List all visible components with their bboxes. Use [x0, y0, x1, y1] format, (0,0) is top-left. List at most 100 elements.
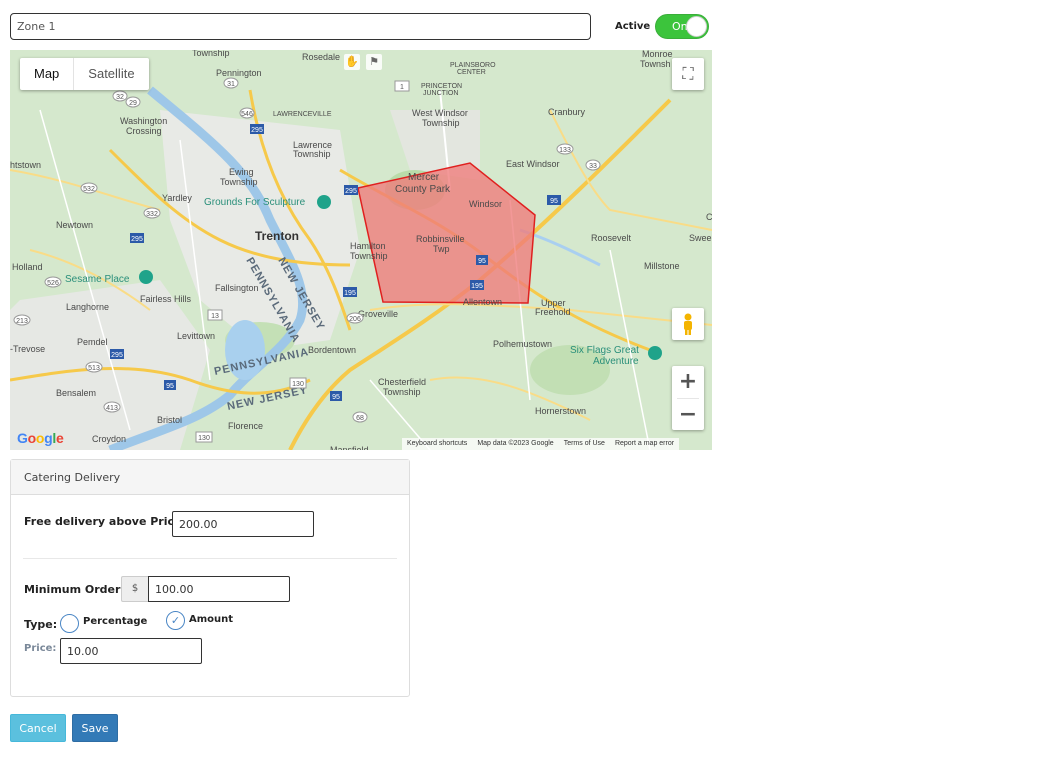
svg-text:Bristol: Bristol [157, 415, 182, 425]
svg-text:68: 68 [356, 415, 364, 422]
map-type-satellite-button[interactable]: Satellite [74, 58, 148, 90]
cancel-button[interactable]: Cancel [10, 714, 66, 742]
check-icon: ✓ [170, 614, 181, 627]
svg-text:Robbinsville: Robbinsville [416, 234, 465, 244]
svg-text:Townsh: Townsh [640, 59, 671, 69]
svg-text:413: 413 [106, 405, 118, 412]
svg-text:Newtown: Newtown [56, 220, 93, 230]
svg-text:-Trevose: -Trevose [10, 344, 45, 354]
svg-text:213: 213 [16, 318, 28, 325]
amount-radio[interactable]: ✓ [166, 611, 185, 630]
minimum-order-input[interactable] [148, 576, 290, 602]
svg-text:Crossing: Crossing [126, 126, 162, 136]
hand-icon[interactable]: ✋ [344, 54, 360, 70]
map-data-text: Map data ©2023 Google [477, 440, 554, 447]
svg-text:95: 95 [332, 394, 340, 401]
svg-text:Pennington: Pennington [216, 68, 262, 78]
svg-text:Township: Township [350, 251, 388, 261]
svg-text:JUNCTION: JUNCTION [423, 90, 458, 97]
svg-text:C: C [706, 212, 712, 222]
active-toggle[interactable]: On [655, 14, 709, 39]
svg-text:Croydon: Croydon [92, 434, 126, 444]
type-label: Type: [24, 618, 58, 631]
svg-text:Sesame Place: Sesame Place [65, 274, 130, 285]
svg-text:Roosevelt: Roosevelt [591, 233, 632, 243]
svg-text:195: 195 [471, 283, 483, 290]
currency-addon: $ [121, 576, 148, 602]
svg-text:546: 546 [241, 111, 253, 118]
svg-text:Hornerstown: Hornerstown [535, 406, 586, 416]
svg-text:Florence: Florence [228, 421, 263, 431]
svg-text:Pemdel: Pemdel [77, 337, 108, 347]
zone-name-input[interactable] [10, 13, 591, 40]
free-delivery-label: Free delivery above Price: [24, 515, 186, 528]
svg-text:Township: Township [220, 177, 258, 187]
free-delivery-input[interactable] [172, 511, 314, 537]
polygon-draw-icon[interactable]: ⚑ [366, 54, 382, 70]
zoom-in-button[interactable]: + [672, 366, 704, 398]
svg-text:206: 206 [349, 316, 361, 323]
percentage-label: Percentage [83, 616, 148, 627]
svg-text:Trenton: Trenton [255, 229, 299, 243]
amount-label: Amount [189, 614, 234, 625]
catering-delivery-panel: Catering Delivery Free delivery above Pr… [10, 459, 410, 697]
svg-text:Township: Township [293, 149, 331, 159]
svg-text:13: 13 [211, 313, 219, 320]
google-logo: Google [17, 430, 64, 446]
fullscreen-button[interactable]: ⛶ [672, 58, 704, 90]
svg-text:Fallsington: Fallsington [215, 283, 259, 293]
svg-text:Township: Township [422, 118, 460, 128]
map-type-map-button[interactable]: Map [20, 58, 75, 90]
svg-text:32: 32 [116, 94, 124, 101]
svg-text:LAWRENCEVILLE: LAWRENCEVILLE [273, 111, 332, 118]
svg-text:West Windsor: West Windsor [412, 108, 468, 118]
zoom-control: + − [672, 366, 704, 430]
drawing-tools: ✋ ⚑ [344, 54, 382, 70]
terms-link[interactable]: Terms of Use [559, 438, 610, 450]
svg-text:Six Flags Great: Six Flags Great [570, 345, 639, 356]
svg-text:County Park: County Park [395, 184, 451, 195]
svg-text:Mansfield: Mansfield [330, 445, 369, 450]
panel-title: Catering Delivery [11, 460, 409, 495]
svg-text:133: 133 [559, 147, 571, 154]
svg-text:295: 295 [251, 127, 263, 134]
svg-text:95: 95 [166, 383, 174, 390]
svg-text:130: 130 [292, 381, 304, 388]
save-button[interactable]: Save [72, 714, 118, 742]
zoom-out-button[interactable]: − [672, 399, 704, 431]
svg-text:Swee: Swee [689, 233, 712, 243]
map-view[interactable]: Township Rosedale PLAINSBORO CENTER Monr… [10, 50, 712, 450]
svg-text:Millstone: Millstone [644, 261, 680, 271]
svg-text:295: 295 [131, 236, 143, 243]
svg-text:Windsor: Windsor [469, 199, 502, 209]
percentage-radio[interactable] [60, 614, 79, 633]
street-view-button[interactable] [672, 308, 704, 340]
active-label: Active [615, 21, 651, 32]
pegman-icon [684, 313, 692, 335]
svg-text:513: 513 [88, 365, 100, 372]
svg-text:Monroe: Monroe [642, 50, 673, 59]
svg-text:Freehold: Freehold [535, 307, 571, 317]
price-input[interactable] [60, 638, 202, 664]
svg-text:PRINCETON: PRINCETON [421, 83, 462, 90]
fullscreen-icon: ⛶ [682, 64, 694, 83]
minimum-order-label: Minimum Order: [24, 583, 125, 596]
svg-text:33: 33 [589, 163, 597, 170]
report-error-link[interactable]: Report a map error [610, 438, 679, 450]
svg-text:Holland: Holland [12, 262, 43, 272]
svg-text:Levittown: Levittown [177, 331, 215, 341]
svg-text:East Windsor: East Windsor [506, 159, 560, 169]
svg-text:130: 130 [198, 435, 210, 442]
keyboard-shortcuts-link[interactable]: Keyboard shortcuts [402, 438, 472, 450]
svg-text:Adventure: Adventure [593, 356, 639, 367]
svg-text:Groveville: Groveville [358, 309, 398, 319]
svg-text:Hamilton: Hamilton [350, 241, 386, 251]
svg-text:Polhemustown: Polhemustown [493, 339, 552, 349]
svg-text:CENTER: CENTER [457, 69, 486, 76]
svg-text:95: 95 [478, 258, 486, 265]
map-type-control: Map Satellite [20, 58, 149, 90]
toggle-knob [686, 16, 707, 37]
svg-text:Allentown: Allentown [463, 297, 502, 307]
svg-text:Grounds For Sculpture: Grounds For Sculpture [204, 197, 306, 208]
svg-text:95: 95 [550, 198, 558, 205]
